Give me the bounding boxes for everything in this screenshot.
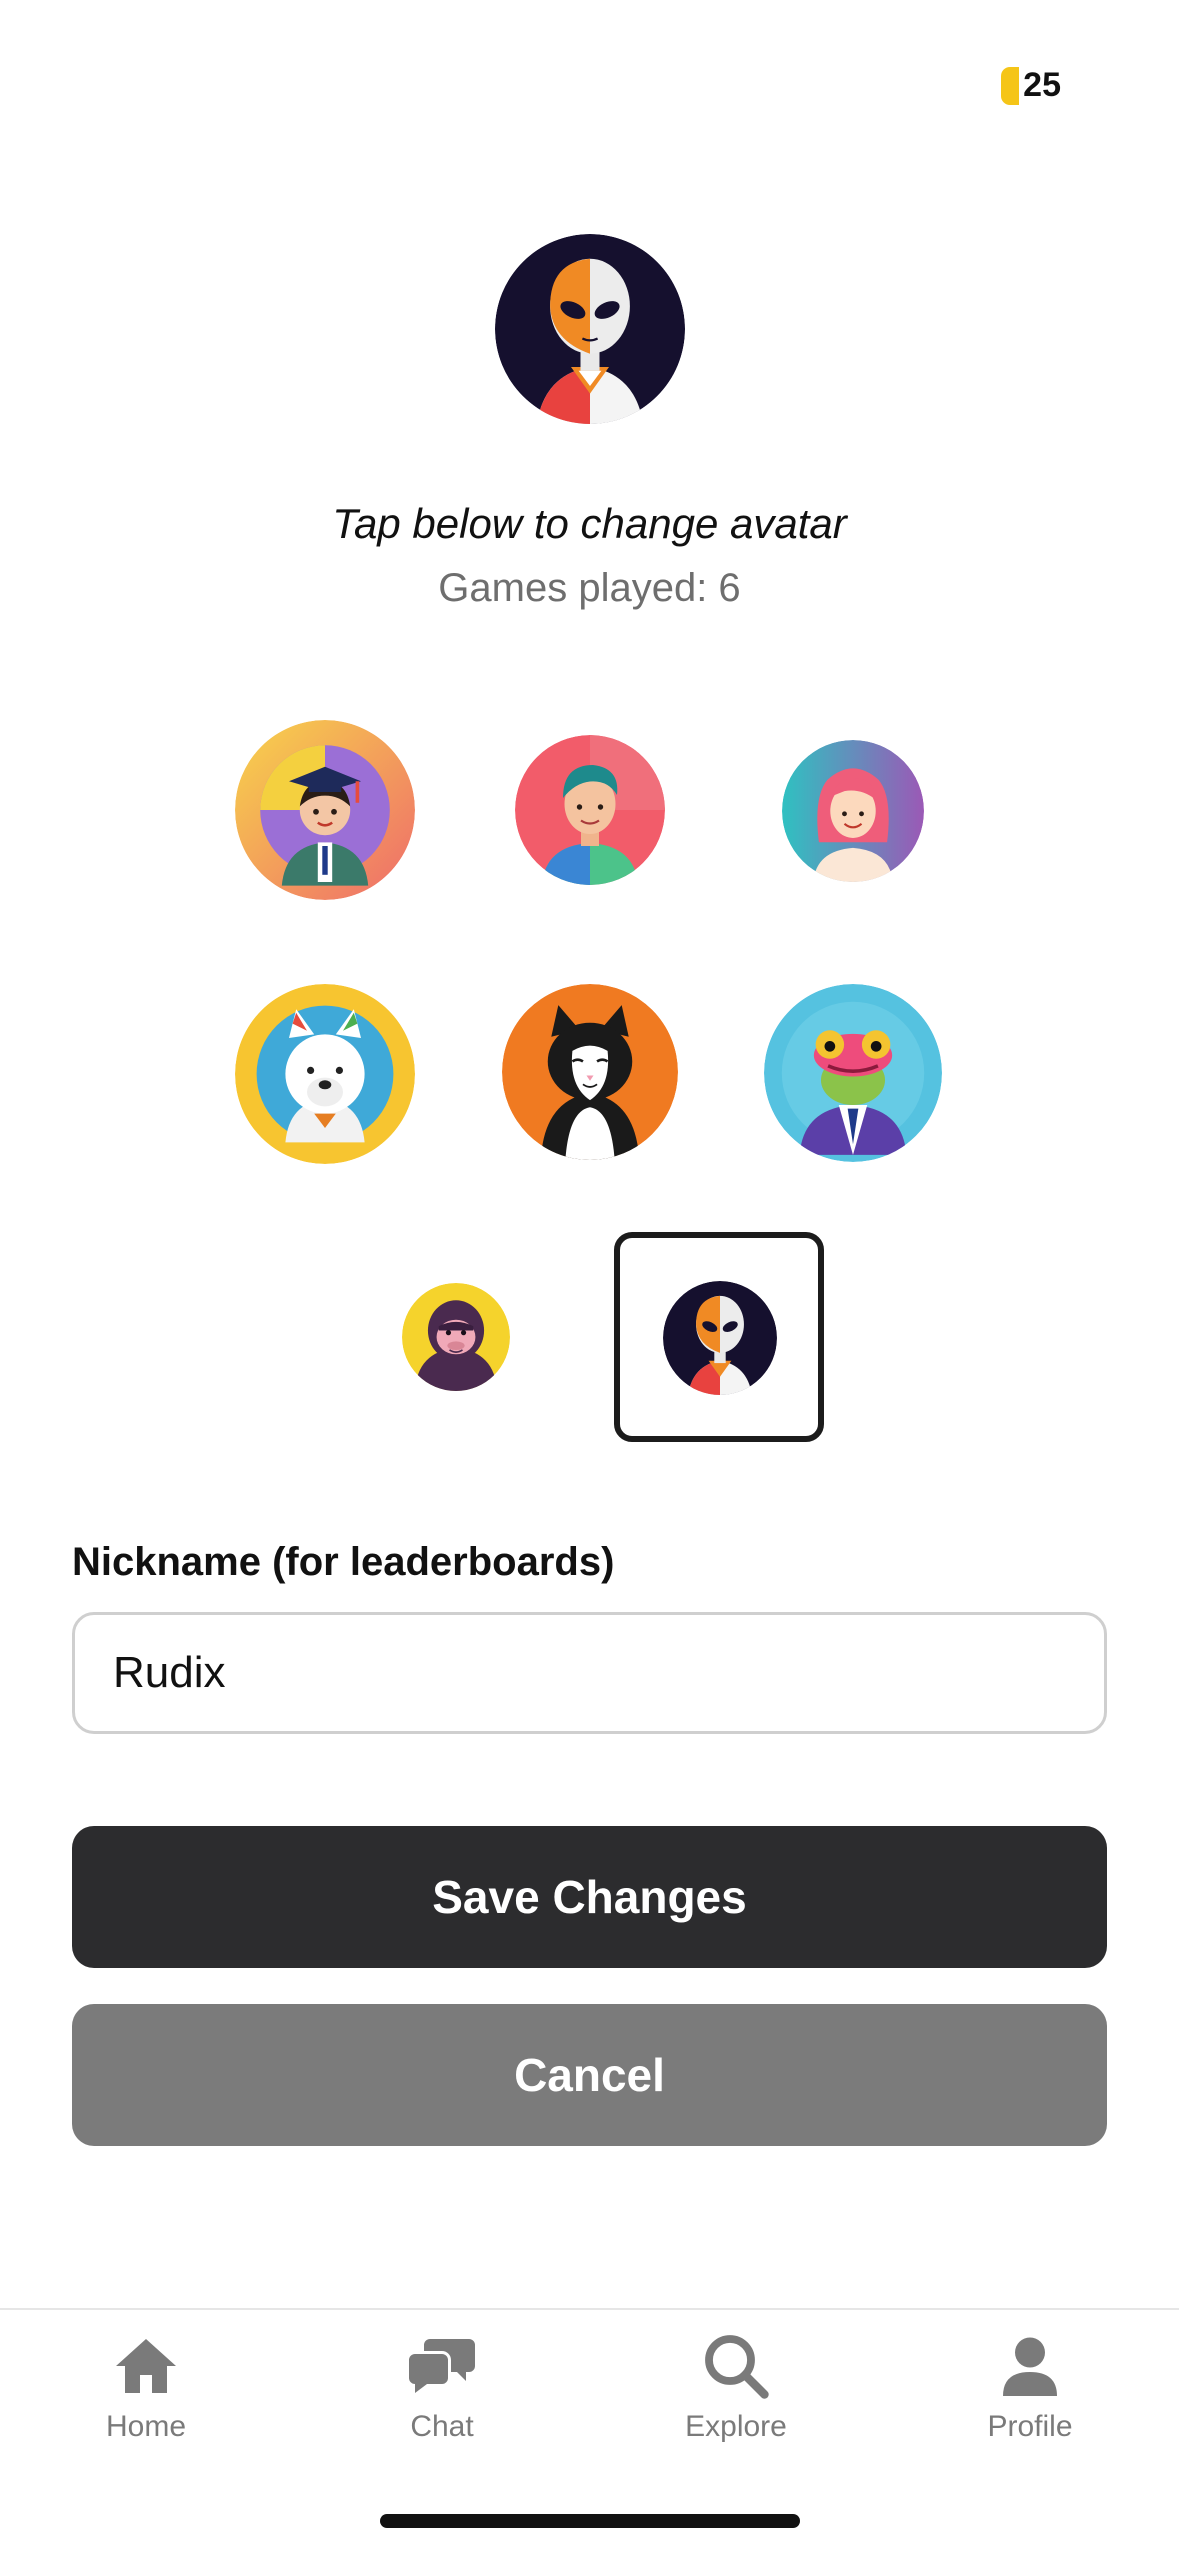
home-icon xyxy=(116,2339,176,2393)
nickname-label: Nickname (for leaderboards) xyxy=(72,1540,615,1584)
cat-avatar-icon xyxy=(502,984,678,1160)
tab-home[interactable]: Home xyxy=(26,2330,266,2444)
profile-icon xyxy=(1003,2337,1057,2396)
avatar-option-frog[interactable] xyxy=(764,984,942,1162)
tab-explore[interactable]: Explore xyxy=(616,2330,856,2444)
cancel-button[interactable]: Cancel xyxy=(72,2004,1107,2146)
coin-count: 25 xyxy=(1023,66,1061,104)
gorilla-avatar-icon xyxy=(402,1283,510,1391)
tab-explore-label: Explore xyxy=(685,2410,787,2443)
current-avatar xyxy=(495,234,685,424)
avatar-option-cat[interactable] xyxy=(502,984,678,1160)
tab-chat[interactable]: Chat xyxy=(322,2330,562,2444)
save-changes-button[interactable]: Save Changes xyxy=(72,1826,1107,1968)
chat-icon xyxy=(409,2339,475,2393)
search-icon xyxy=(705,2335,769,2399)
avatar-option-alien[interactable] xyxy=(663,1281,777,1395)
games-played-count: Games played: 6 xyxy=(438,566,741,610)
frog-avatar-icon xyxy=(764,984,942,1162)
alien-avatar-icon xyxy=(495,234,685,424)
coin-balance: 25 xyxy=(1001,66,1061,105)
avatar-option-dog[interactable] xyxy=(235,984,415,1164)
boy-avatar-icon xyxy=(515,735,665,885)
graduate-avatar-icon xyxy=(235,720,415,900)
tab-profile-label: Profile xyxy=(987,2410,1073,2443)
avatar-option-gorilla[interactable] xyxy=(402,1283,510,1391)
dog-avatar-icon xyxy=(235,984,415,1164)
avatar-option-boy[interactable] xyxy=(515,735,665,885)
avatar-option-graduate[interactable] xyxy=(235,720,415,900)
tab-profile[interactable]: Profile xyxy=(910,2330,1150,2444)
nickname-input[interactable] xyxy=(72,1612,1107,1734)
avatar-option-girl[interactable] xyxy=(782,740,924,882)
tab-home-label: Home xyxy=(105,2410,187,2443)
tap-instruction: Tap below to change avatar xyxy=(332,500,847,547)
tab-chat-label: Chat xyxy=(410,2410,474,2443)
coin-icon xyxy=(1001,66,1020,105)
home-indicator xyxy=(380,2514,800,2528)
alien-avatar-icon xyxy=(663,1281,777,1395)
girl-avatar-icon xyxy=(782,740,924,882)
